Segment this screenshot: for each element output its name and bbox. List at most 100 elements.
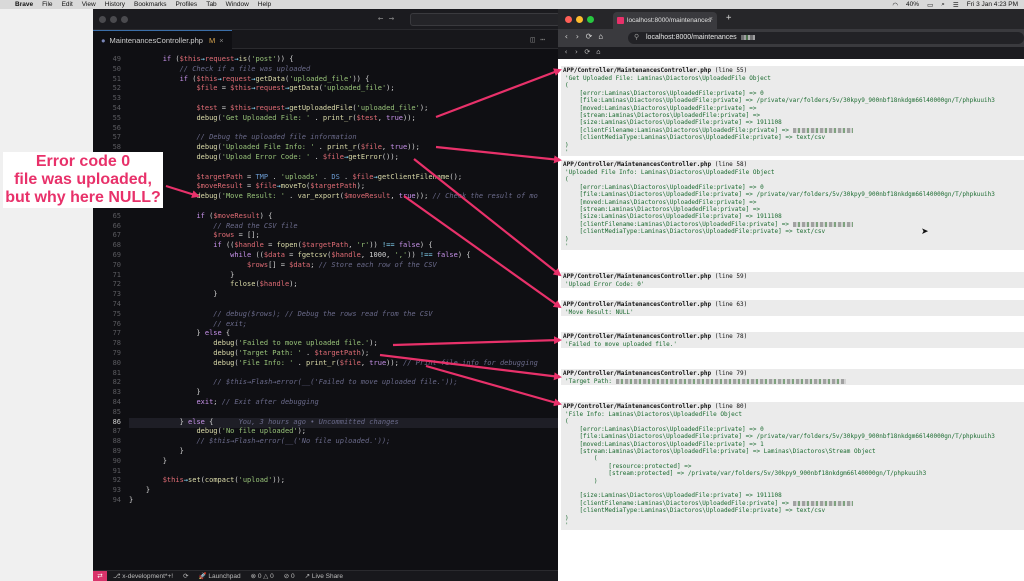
control-center-icon[interactable]: ☰: [953, 1, 959, 9]
annotation-line-1: Error code 0: [35, 153, 131, 170]
menu-item-help[interactable]: Help: [258, 1, 271, 8]
code-line[interactable]: while (($data = fgetcsv($handle, 1000, '…: [129, 251, 470, 261]
site-info-icon[interactable]: ⚲: [634, 32, 639, 44]
debug-block-header[interactable]: APP/Controller/MaintenancesController.ph…: [561, 66, 1024, 75]
address-bar[interactable]: ⚲ localhost:8000/maintenances: [628, 32, 1024, 44]
code-line[interactable]: // Read the CSV file: [129, 222, 297, 232]
annotation-line-2: file was uploaded,: [14, 171, 152, 188]
code-line[interactable]: }: [129, 271, 234, 281]
battery-percent[interactable]: 40%: [906, 1, 919, 8]
menu-item-profiles[interactable]: Profiles: [176, 1, 198, 8]
code-line[interactable]: if ($this→request→is('post')) {: [129, 55, 294, 65]
code-line[interactable]: // Check if a file was uploaded: [129, 65, 311, 75]
tab-close-icon[interactable]: ×: [219, 36, 223, 45]
search-icon[interactable]: ⌕: [941, 1, 945, 9]
code-line[interactable]: debug('Get Uploaded File: ' . print_r($t…: [129, 114, 415, 124]
secondary-nav-icons[interactable]: ‹›⟳⌂: [564, 48, 607, 56]
sync-icon[interactable]: ⟳: [183, 572, 188, 580]
code-line[interactable]: // Debug the uploaded file information: [129, 133, 356, 143]
debug-block-header[interactable]: APP/Controller/MaintenancesController.ph…: [561, 332, 1024, 341]
code-line[interactable]: debug('Upload Error Code: ' . $file→getE…: [129, 153, 398, 163]
code-line[interactable]: } else {: [129, 329, 230, 339]
menu-item-history[interactable]: History: [105, 1, 125, 8]
menu-app-name[interactable]: Brave: [15, 1, 33, 8]
line-number: 68: [112, 241, 121, 250]
code-line[interactable]: }: [129, 447, 184, 457]
code-line[interactable]: }: [129, 457, 167, 467]
code-line[interactable]: if (($handle = fopen($targetPath, 'r')) …: [129, 241, 432, 251]
battery-icon[interactable]: ▭: [927, 1, 933, 9]
redacted-text: [792, 127, 853, 133]
git-branch[interactable]: ⎇ x-development*+!: [113, 572, 173, 580]
code-line[interactable]: debug('Move Result: ' . var_export($move…: [129, 192, 537, 202]
browser-minimize-button[interactable]: [576, 16, 583, 23]
code-line[interactable]: }: [129, 388, 200, 398]
code-line[interactable]: }: [129, 290, 217, 300]
code-line[interactable]: // exit;: [129, 320, 247, 330]
code-line[interactable]: } else { You, 3 hours ago • Uncommitted …: [129, 418, 399, 428]
window-minimize-button[interactable]: [110, 16, 117, 23]
code-line[interactable]: $this→set(compact('upload'));: [129, 476, 285, 486]
code-line[interactable]: $file = $this→request→getData('uploaded_…: [129, 84, 394, 94]
debug-block-header[interactable]: APP/Controller/MaintenancesController.ph…: [561, 272, 1024, 281]
code-line[interactable]: // debug($rows); // Debug the rows read …: [129, 310, 432, 320]
remote-indicator-icon[interactable]: ⇄: [93, 570, 107, 581]
launchpad-button[interactable]: 🚀 Launchpad: [199, 572, 241, 580]
line-number: 85: [112, 407, 121, 416]
code-line[interactable]: debug('Target Path: ' . $targetPath);: [129, 349, 369, 359]
browser-tab-localhost[interactable]: localhost:8000/maintenances ×: [613, 12, 717, 29]
line-number: 57: [112, 133, 121, 142]
debug-block-header[interactable]: APP/Controller/MaintenancesController.ph…: [561, 160, 1024, 169]
live-share-button[interactable]: ↗ Live Share: [305, 572, 343, 580]
debug-block-header[interactable]: APP/Controller/MaintenancesController.ph…: [561, 402, 1024, 411]
code-line[interactable]: debug('Failed to move uploaded file.');: [129, 339, 377, 349]
window-close-button[interactable]: [99, 16, 106, 23]
code-line[interactable]: debug('File Info: ' . print_r($file, tru…: [129, 359, 538, 369]
code-line[interactable]: debug('No file uploaded');: [129, 427, 306, 437]
menu-clock[interactable]: Fri 3 Jan 4:23 PM: [967, 1, 1018, 8]
menu-item-window[interactable]: Window: [226, 1, 249, 8]
menu-item-tab[interactable]: Tab: [206, 1, 216, 8]
code-line[interactable]: }: [129, 496, 133, 506]
browser-close-button[interactable]: [565, 16, 572, 23]
redacted-url-part: [740, 34, 755, 40]
code-line[interactable]: debug('Uploaded File Info: ' . print_r($…: [129, 143, 419, 153]
wifi-icon[interactable]: ◠: [892, 1, 898, 9]
code-line[interactable]: if ($this→request→getData('uploaded_file…: [129, 75, 370, 85]
editor-tab-bar: ● MaintenancesController.php M × ◫⋯: [93, 30, 558, 49]
code-line[interactable]: // $this→Flash→error(__('No file uploade…: [129, 437, 390, 447]
code-line[interactable]: $moveResult = $file→moveTo($targetPath);: [129, 182, 365, 192]
code-line[interactable]: $test = $this→request→getUploadedFile('u…: [129, 104, 428, 114]
browser-nav-icons[interactable]: ‹›⟳⌂: [564, 32, 609, 41]
code-editor[interactable]: if ($this→request→is('post')) { // Check…: [129, 55, 558, 535]
debug-output-tail: [clientMediaType:Laminas\Diactoros\Uploa…: [565, 134, 826, 157]
window-zoom-button[interactable]: [121, 16, 128, 23]
nav-back-forward-icon[interactable]: ← →: [378, 14, 394, 24]
code-line[interactable]: // $this→Flash→error(__('Failed to move …: [129, 378, 457, 388]
editor-actions-icons[interactable]: ◫⋯: [530, 35, 550, 44]
code-line[interactable]: exit; // Exit after debugging: [129, 398, 318, 408]
code-line[interactable]: $targetPath = TMP . 'uploads' . DS . $fi…: [129, 173, 462, 183]
code-line[interactable]: fclose($handle);: [129, 280, 297, 290]
ports-indicator[interactable]: ⊘ 0: [284, 572, 295, 580]
menu-item-edit[interactable]: Edit: [62, 1, 73, 8]
command-center-search[interactable]: [410, 13, 560, 26]
code-line[interactable]: $rows = [];: [129, 231, 259, 241]
problems-indicator[interactable]: ⊗ 0 △ 0: [251, 572, 274, 580]
debug-block-header[interactable]: APP/Controller/MaintenancesController.ph…: [561, 300, 1024, 309]
menu-item-file[interactable]: File: [42, 1, 52, 8]
new-tab-icon[interactable]: +: [726, 13, 731, 23]
code-line[interactable]: if ($moveResult) {: [129, 212, 272, 222]
browser-tab-close-icon[interactable]: ×: [709, 16, 713, 23]
debug-block-header[interactable]: APP/Controller/MaintenancesController.ph…: [561, 369, 1024, 378]
code-line[interactable]: }: [129, 486, 150, 496]
code-line[interactable]: $rows[] = $data; // Store each row of th…: [129, 261, 437, 271]
browser-zoom-button[interactable]: [587, 16, 594, 23]
line-number: 80: [112, 358, 121, 367]
line-number: 55: [112, 113, 121, 122]
debug-output-text: 'Uploaded File Info: Laminas\Diactoros\U…: [561, 169, 1024, 250]
menu-item-bookmarks[interactable]: Bookmarks: [134, 1, 167, 8]
tab-maintenances-controller[interactable]: ● MaintenancesController.php M ×: [93, 30, 232, 49]
menu-item-view[interactable]: View: [82, 1, 96, 8]
launchpad-label: Launchpad: [208, 573, 241, 580]
